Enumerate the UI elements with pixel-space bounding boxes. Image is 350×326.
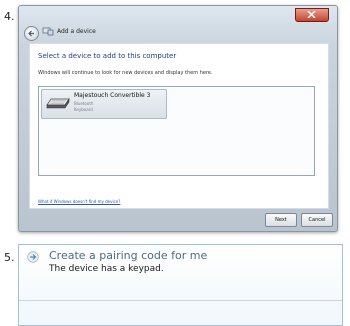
arrow-right-icon	[27, 251, 39, 263]
back-button[interactable]	[24, 26, 39, 41]
option-description: The device has a keypad.	[49, 264, 164, 274]
help-link[interactable]: What if Windows doesn't find my device?	[38, 199, 120, 204]
back-arrow-icon	[28, 30, 34, 37]
step-4-number: 4.	[4, 10, 15, 23]
dialog-content: Select a device to add to this computer …	[29, 43, 329, 209]
cancel-button[interactable]: Cancel	[301, 213, 333, 227]
device-list[interactable]: Majestouch Convertible 3 Bluetooth Keybo…	[38, 86, 315, 176]
dialog-title: Add a device	[57, 28, 96, 35]
dialog-subtext: Windows will continue to look for new de…	[38, 70, 213, 76]
close-icon	[307, 11, 316, 18]
option-title[interactable]: Create a pairing code for me	[49, 249, 207, 262]
device-category: Keyboard	[74, 107, 93, 112]
pairing-code-option[interactable]: Create a pairing code for me The device …	[18, 244, 343, 326]
device-item[interactable]: Majestouch Convertible 3 Bluetooth Keybo…	[41, 89, 167, 119]
next-button[interactable]: Next	[265, 213, 297, 227]
device-type: Bluetooth	[74, 101, 94, 106]
add-device-icon	[42, 27, 54, 36]
keyboard-icon	[46, 98, 70, 109]
close-button[interactable]	[295, 8, 329, 22]
device-name: Majestouch Convertible 3	[74, 92, 151, 99]
divider	[19, 300, 342, 301]
dialog-heading: Select a device to add to this computer	[38, 52, 177, 60]
add-device-dialog: Add a device Select a device to add to t…	[18, 5, 338, 232]
step-5-number: 5.	[4, 251, 15, 264]
